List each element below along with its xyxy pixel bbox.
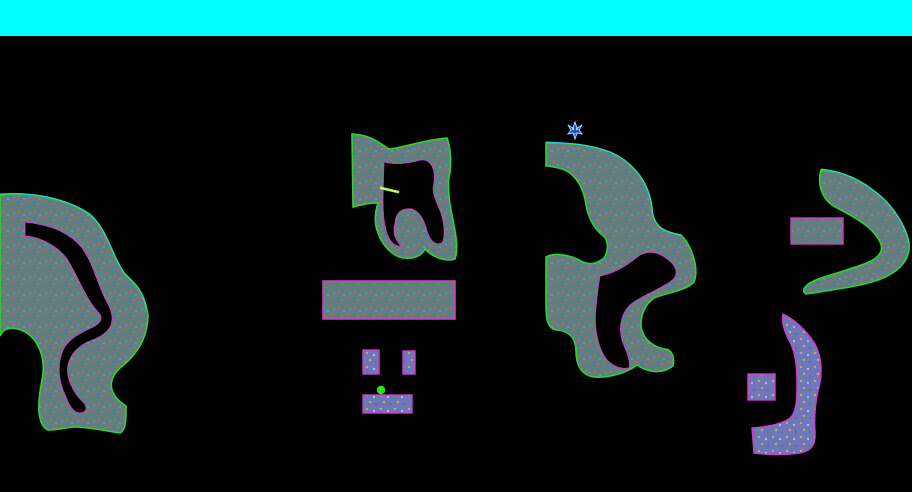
stone-bottom-block: [362, 394, 413, 414]
play-field[interactable]: [0, 36, 912, 492]
stone-small-square: [747, 373, 776, 401]
ball-icon[interactable]: [376, 385, 386, 395]
terrain-right-slab: [790, 217, 844, 245]
game-screen: [0, 0, 912, 492]
terrain-middle-slab: [322, 280, 456, 320]
worm-icon[interactable]: [566, 120, 584, 141]
stone-left-block: [362, 349, 380, 375]
stone-right-block: [402, 350, 416, 375]
terrain-layer: [0, 120, 910, 456]
top-bar: [0, 0, 912, 36]
